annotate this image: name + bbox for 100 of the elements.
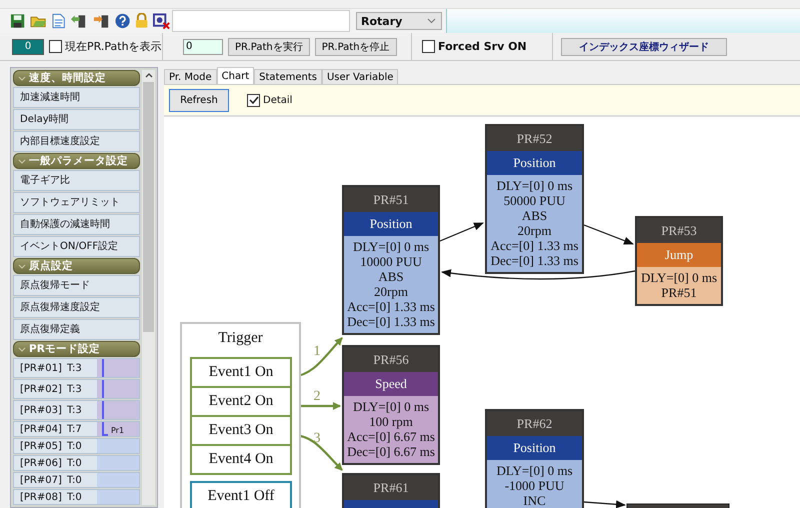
group-header[interactable]: 速度、時間設定: [13, 70, 140, 86]
tab[interactable]: User Variable: [322, 69, 398, 84]
path-line: [102, 359, 105, 377]
sidebar-item[interactable]: イベントON/OFF設定: [13, 236, 140, 257]
event-box: Event1 On: [190, 357, 292, 388]
help-icon[interactable]: [114, 13, 130, 29]
document-icon[interactable]: [52, 13, 66, 29]
group-header[interactable]: 原点設定: [13, 258, 140, 274]
pr-label: [PR#06]: [19, 458, 63, 468]
node-details: DLY=[0] 0 ms 50000 PUU ABS 20rpm Acc=[0] 1.33 ms Dec=[0] 1.33 ms: [487, 175, 582, 272]
path-line: [102, 380, 105, 398]
node-title: PR#56: [372, 351, 410, 369]
delete-icon[interactable]: [152, 12, 170, 30]
node-type: Position: [344, 212, 438, 236]
save-icon[interactable]: [10, 13, 26, 29]
pr-type: T:7: [67, 424, 83, 434]
chevron-down-icon: [18, 346, 26, 352]
pr-label: [PR#04]: [19, 424, 63, 434]
sidebar-item[interactable]: 自動保護の減速時間: [13, 214, 140, 235]
edge-label: 2: [314, 389, 320, 404]
flow-arrow: [440, 222, 484, 242]
edge-label: 3: [314, 431, 320, 446]
path-cell: [97, 490, 140, 504]
group-header[interactable]: PRモード設定: [13, 341, 140, 357]
node-details: DLY=[0] 0 ms -1000 PUU INC: [487, 460, 582, 508]
sidebar-item[interactable]: Delay時間: [13, 109, 140, 130]
sidebar-item[interactable]: 電子ギア比: [13, 170, 140, 191]
pr-row[interactable]: [PR#02] T:3: [13, 379, 140, 399]
pr-type: T:3: [67, 362, 83, 374]
wizard-button[interactable]: インデックス座標ウィザード: [561, 38, 727, 56]
pr-type: T:0: [67, 440, 83, 452]
pr-row[interactable]: [PR#01] T:3: [13, 358, 140, 378]
mode-dropdown[interactable]: Rotary: [356, 12, 442, 30]
node-details: DLY=[0] 0 ms PR#51: [637, 267, 721, 304]
pr-type: T:0: [67, 492, 83, 502]
node-title: PR#61: [372, 479, 410, 497]
current-pr-display: 0: [12, 38, 44, 54]
tab[interactable]: Statements: [254, 69, 322, 84]
checkbox-label: 現在PR.Pathを表示: [65, 39, 162, 54]
download-icon[interactable]: [92, 13, 110, 29]
pr-label: [PR#03]: [19, 404, 63, 416]
event-box: Event2 On: [190, 386, 292, 417]
path-field[interactable]: [172, 10, 350, 32]
flow-arrow: [584, 500, 626, 508]
path-cell: [97, 456, 140, 470]
pr-type: T:0: [67, 458, 83, 468]
pr-row[interactable]: [PR#05] T:0: [13, 438, 140, 454]
node-type: Speed: [344, 372, 438, 396]
pr-row[interactable]: [PR#08] T:0: [13, 489, 140, 505]
path-cell: [97, 439, 140, 453]
pr-row[interactable]: [PR#04] T:7 Pr1: [13, 421, 140, 437]
sidebar-item[interactable]: 加速減速時間: [13, 87, 140, 108]
node-title: PR#52: [516, 130, 554, 148]
trigger-title: Trigger: [217, 330, 264, 347]
path-button[interactable]: PR.Pathを実行: [228, 38, 310, 56]
node-title: PR#51: [372, 191, 410, 209]
path-end-line: [102, 422, 108, 436]
sidebar-item[interactable]: 原点復帰モード: [13, 275, 140, 296]
flow-arrow: [584, 224, 634, 245]
lock-icon[interactable]: [134, 13, 148, 29]
sidebar-item[interactable]: 原点復帰定義: [13, 319, 140, 340]
pr-type: T:3: [67, 404, 83, 416]
pr-row[interactable]: [PR#03] T:3: [13, 400, 140, 420]
pr-type: T:3: [67, 384, 83, 394]
node-details: DLY=[0] 0 ms 100 rpm Acc=[0] 6.67 ms Dec=[0] 6.67 ms: [344, 396, 438, 463]
tab[interactable]: Chart: [216, 67, 254, 84]
node-type: Position: [487, 436, 582, 460]
sidebar-item[interactable]: 内部目標速度設定: [13, 131, 140, 152]
checkbox[interactable]: [422, 40, 435, 53]
checkbox[interactable]: [247, 94, 260, 106]
pr-row[interactable]: [PR#07] T:0: [13, 472, 140, 488]
chevron-down-icon: [18, 158, 26, 164]
event-box: Event4 On: [190, 444, 292, 475]
checkbox-label: Forced Srv ON: [438, 40, 527, 53]
pr-type: T:0: [67, 474, 83, 486]
chevron-down-icon: [18, 76, 26, 80]
checkbox[interactable]: [49, 40, 62, 53]
pr-row[interactable]: [PR#06] T:0: [13, 455, 140, 471]
scrollbar-thumb[interactable]: [143, 82, 154, 332]
edge-label: 1: [314, 344, 320, 359]
path-line: [102, 401, 105, 419]
path-button[interactable]: PR.Pathを停止: [314, 38, 397, 56]
tab[interactable]: Pr. Mode: [164, 69, 217, 84]
path-tag: Pr1: [111, 426, 124, 435]
node-details: DLY=[0] 0 ms 10000 PUU ABS 20rpm Acc=[0] 1.33 ms Dec=[0] 1.33 ms: [344, 236, 438, 333]
pr-label: [PR#02]: [19, 384, 63, 394]
event-box: Event3 On: [190, 415, 292, 446]
pr-label: [PR#05]: [19, 440, 63, 452]
node-title: PR#62: [516, 415, 554, 433]
path-input[interactable]: 0: [183, 38, 223, 54]
node-title: PR#53: [660, 222, 698, 240]
sidebar-item[interactable]: 原点復帰速度設定: [13, 297, 140, 318]
pr-label: [PR#01]: [19, 362, 63, 374]
group-header[interactable]: 一般パラメータ設定: [13, 153, 140, 169]
node-type: Jump: [637, 243, 721, 267]
sidebar-item[interactable]: ソフトウェアリミット: [13, 192, 140, 213]
refresh-button[interactable]: Refresh: [169, 88, 229, 112]
upload-icon[interactable]: [70, 13, 88, 29]
chevron-down-icon: [18, 264, 26, 268]
path-cell: [97, 473, 140, 487]
